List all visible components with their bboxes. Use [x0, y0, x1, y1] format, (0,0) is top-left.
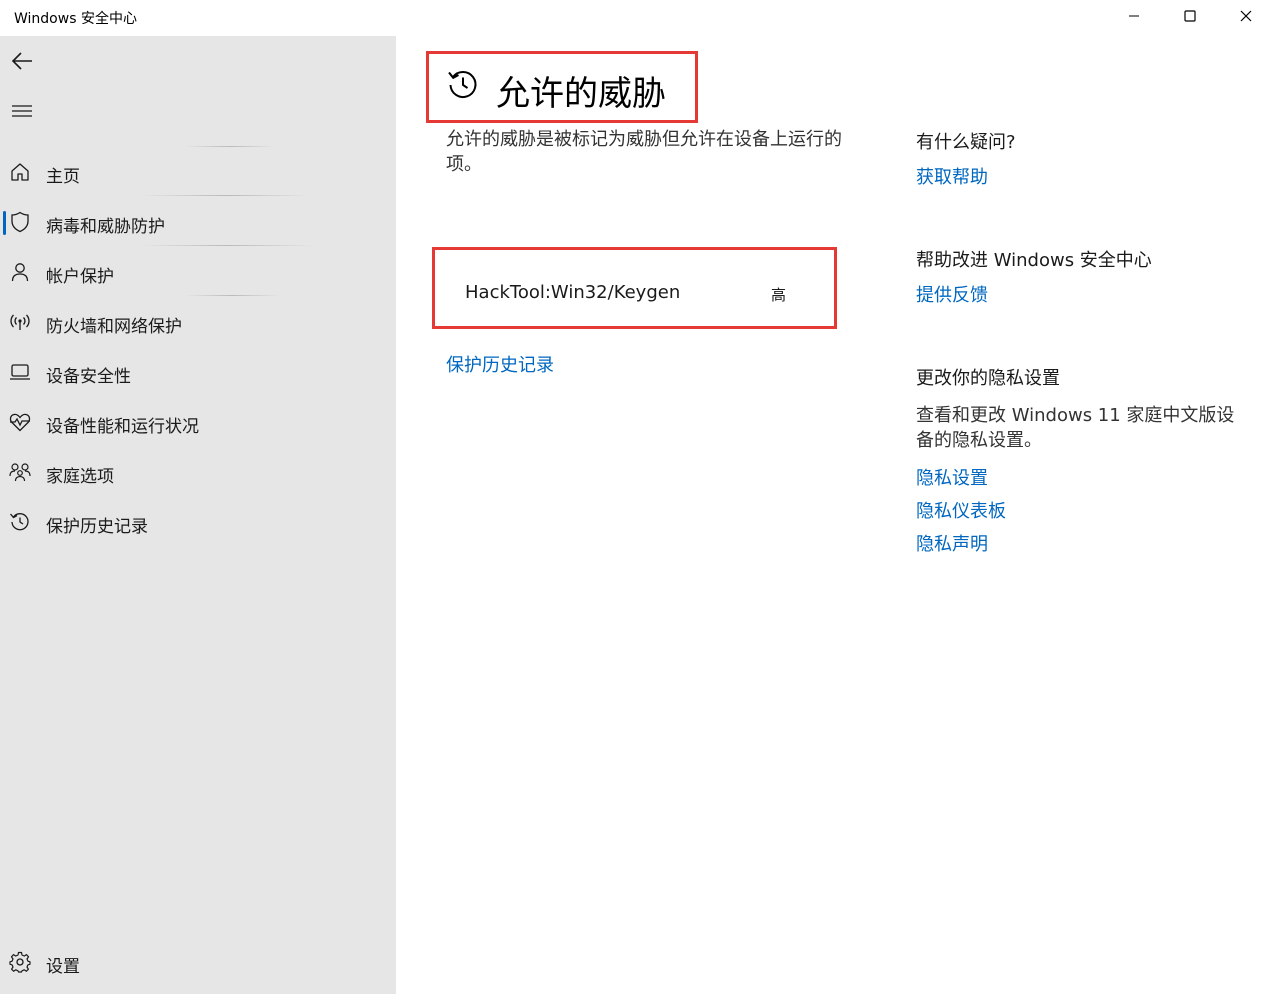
page-description: 允许的威胁是被标记为威胁但允许在设备上运行的项。 [446, 129, 842, 175]
separator [140, 245, 315, 246]
page-title: 允许的威胁 [496, 74, 666, 114]
heart-pulse-icon [9, 411, 31, 433]
sidebar-item-label: 家庭选项 [46, 467, 114, 487]
maximize-icon [1184, 10, 1196, 22]
sidebar-item-label: 设备性能和运行状况 [46, 417, 199, 437]
maximize-button[interactable] [1162, 0, 1218, 32]
family-icon [9, 461, 31, 483]
sidebar-item-protection-history[interactable]: 保护历史记录 [0, 500, 396, 544]
sidebar: 主页 病毒和威胁防护 帐户保护 防火墙和网络保护 设备安全性 设备性能和运行状况 [0, 36, 396, 994]
minimize-button[interactable] [1106, 0, 1162, 32]
gear-icon [9, 951, 31, 973]
privacy-settings-link[interactable]: 隐私设置 [916, 464, 988, 490]
question-heading: 有什么疑问? [916, 132, 1016, 153]
privacy-heading: 更改你的隐私设置 [916, 368, 1060, 389]
close-icon [1240, 10, 1252, 22]
history-icon [9, 511, 31, 533]
improve-heading: 帮助改进 Windows 安全中心 [916, 250, 1152, 271]
hamburger-icon [12, 105, 32, 117]
history-icon [446, 68, 480, 106]
person-icon [9, 261, 31, 283]
main-content: 允许的威胁 允许的威胁是被标记为威胁但允许在设备上运行的项。 HackTool:… [396, 36, 1266, 994]
threat-list-item[interactable]: HackTool:Win32/Keygen 高 [432, 247, 837, 329]
sidebar-item-label: 设置 [46, 957, 80, 977]
privacy-description: 查看和更改 Windows 11 家庭中文版设备的隐私设置。 [916, 405, 1235, 451]
window-title: Windows 安全中心 [14, 11, 137, 27]
sidebar-item-label: 帐户保护 [46, 267, 114, 287]
sidebar-item-device-performance[interactable]: 设备性能和运行状况 [0, 400, 396, 444]
sidebar-item-label: 病毒和威胁防护 [46, 217, 165, 237]
separator [185, 295, 280, 296]
home-icon [9, 161, 31, 183]
page-header: 允许的威胁 [426, 51, 698, 123]
title-bar: Windows 安全中心 [0, 0, 1266, 36]
sidebar-item-label: 主页 [46, 167, 80, 187]
menu-button[interactable] [4, 93, 40, 129]
active-indicator [3, 211, 6, 235]
minimize-icon [1129, 15, 1139, 17]
close-button[interactable] [1218, 0, 1266, 32]
sidebar-item-label: 设备安全性 [46, 367, 131, 387]
separator [185, 146, 275, 147]
feedback-link[interactable]: 提供反馈 [916, 281, 988, 307]
laptop-icon [9, 361, 31, 383]
sidebar-item-family-options[interactable]: 家庭选项 [0, 450, 396, 494]
threat-level: 高 [771, 286, 787, 304]
sidebar-item-virus-protection[interactable]: 病毒和威胁防护 [0, 200, 396, 244]
protection-history-link[interactable]: 保护历史记录 [446, 351, 554, 377]
back-button[interactable] [4, 43, 40, 79]
sidebar-item-label: 保护历史记录 [46, 517, 148, 537]
sidebar-item-firewall[interactable]: 防火墙和网络保护 [0, 300, 396, 344]
separator [140, 195, 310, 196]
threat-name: HackTool:Win32/Keygen [465, 282, 681, 303]
privacy-dashboard-link[interactable]: 隐私仪表板 [916, 497, 1006, 523]
back-arrow-icon [11, 52, 32, 70]
sidebar-item-label: 防火墙和网络保护 [46, 317, 182, 337]
shield-icon [9, 211, 31, 233]
privacy-statement-link[interactable]: 隐私声明 [916, 530, 988, 556]
get-help-link[interactable]: 获取帮助 [916, 163, 988, 189]
wireless-icon [9, 311, 31, 333]
sidebar-item-device-security[interactable]: 设备安全性 [0, 350, 396, 394]
sidebar-item-settings[interactable]: 设置 [0, 940, 396, 984]
sidebar-item-home[interactable]: 主页 [0, 150, 396, 194]
sidebar-item-account-protection[interactable]: 帐户保护 [0, 250, 396, 294]
